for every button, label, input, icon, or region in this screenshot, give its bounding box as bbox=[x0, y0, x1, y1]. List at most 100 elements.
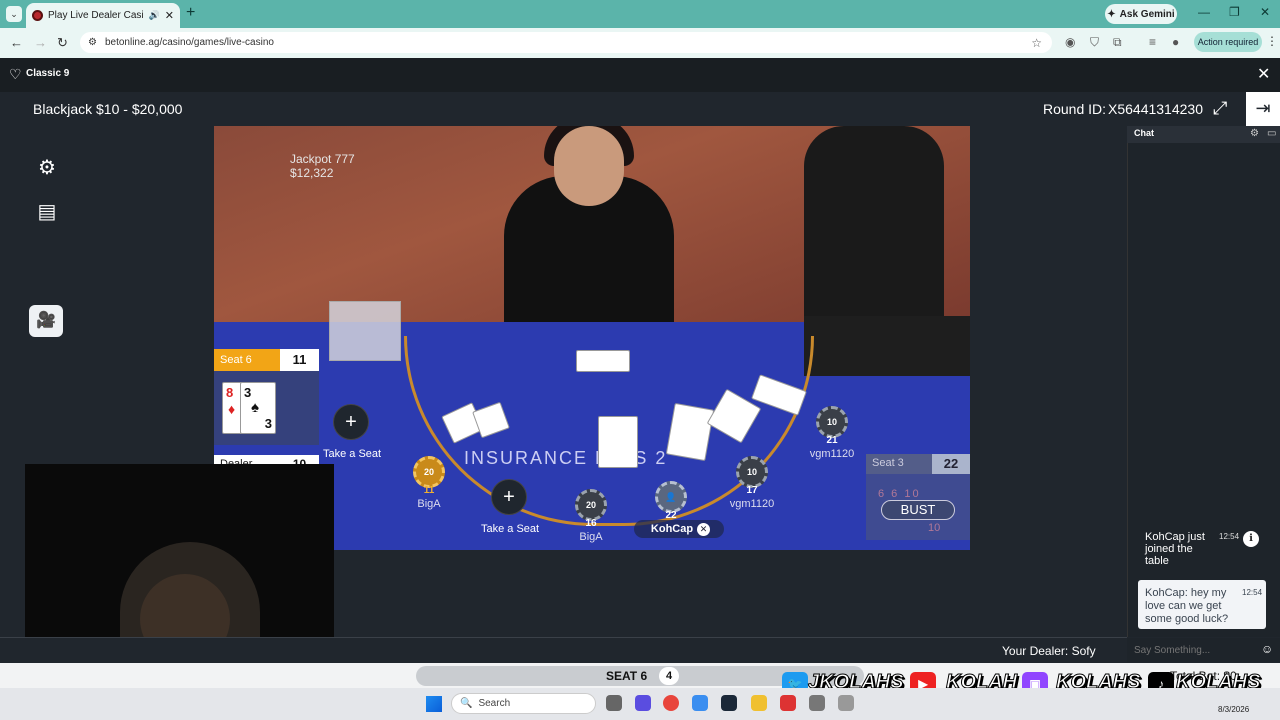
taskbar-date: 8/3/2026 bbox=[1218, 705, 1250, 714]
tab-audio-icon[interactable]: 🔊 bbox=[149, 10, 160, 21]
seat6-label: Seat 6 bbox=[214, 349, 280, 371]
restore-window-icon[interactable]: ❐ bbox=[1229, 5, 1240, 19]
browser-tab[interactable]: Play Live Dealer Casino Gar 🔊 ✕ bbox=[26, 3, 180, 28]
seat3-label: Seat 3 bbox=[872, 457, 904, 469]
favorite-heart-icon[interactable]: ♡ bbox=[9, 66, 22, 83]
bet-chip: 20 bbox=[413, 456, 445, 488]
player-hand-total: 16 bbox=[585, 518, 597, 529]
steam-icon[interactable] bbox=[721, 695, 737, 711]
close-window-icon[interactable]: ✕ bbox=[1260, 5, 1270, 19]
history-list-icon[interactable]: ▤ bbox=[36, 199, 58, 224]
app-icon[interactable] bbox=[809, 695, 825, 711]
close-game-icon[interactable]: ✕ bbox=[1257, 64, 1270, 84]
settings-icon[interactable] bbox=[838, 695, 854, 711]
game-top-bar bbox=[0, 58, 1280, 92]
tab-search-dropdown-icon[interactable]: ⌄ bbox=[6, 6, 22, 22]
forward-arrow-icon[interactable]: → bbox=[34, 35, 47, 50]
seat-selector-count: 4 bbox=[659, 667, 679, 685]
chat-message-text: KohCap: hey my love can we get some good… bbox=[1145, 587, 1229, 625]
browser-menu-icon[interactable]: ⋮ bbox=[1266, 34, 1278, 48]
settings-gear-icon[interactable]: ⚙ bbox=[36, 155, 58, 180]
taskbar-search[interactable]: 🔍 Search bbox=[451, 693, 596, 714]
minimize-window-icon[interactable]: — bbox=[1198, 5, 1210, 19]
fullscreen-icon[interactable]: ⤢ bbox=[1213, 98, 1227, 119]
chrome-icon[interactable] bbox=[663, 695, 679, 711]
copilot-icon[interactable] bbox=[692, 695, 708, 711]
seat3-total: 22 bbox=[932, 454, 970, 474]
windows-start-icon[interactable] bbox=[426, 696, 442, 712]
chat-minimize-icon[interactable]: ▭ bbox=[1267, 128, 1276, 139]
close-tab-icon[interactable]: ✕ bbox=[165, 9, 174, 22]
card-rank: 8 bbox=[226, 385, 234, 400]
chat-timestamp: 12:54 bbox=[1219, 532, 1240, 541]
dealer-card bbox=[576, 350, 630, 372]
take-seat-label: Take a Seat bbox=[323, 448, 382, 460]
game-title: Blackjack $10 - $20,000 bbox=[33, 101, 183, 117]
take-seat-label: Take a Seat bbox=[481, 523, 540, 535]
card-rank: 3 bbox=[264, 416, 272, 431]
seat-selector-label: SEAT 6 bbox=[606, 669, 648, 683]
chat-timestamp: 12:54 bbox=[1242, 588, 1263, 597]
player-name: vgm1120 bbox=[809, 448, 855, 460]
emoji-icon[interactable]: ☺ bbox=[1261, 642, 1273, 656]
player-avatar-icon: 👤 bbox=[655, 481, 687, 513]
action-required-button[interactable]: Action required bbox=[1194, 32, 1262, 52]
site-favicon-icon bbox=[32, 10, 43, 21]
task-view-icon[interactable] bbox=[606, 695, 622, 711]
extension-icon[interactable]: ◉ bbox=[1065, 35, 1075, 49]
round-id-label: Round ID: bbox=[1043, 101, 1107, 117]
taskbar-search-label: Search bbox=[478, 698, 511, 709]
background-person bbox=[804, 126, 944, 316]
reload-icon[interactable]: ↻ bbox=[57, 35, 68, 51]
chat-system-text: KohCap just joined the table bbox=[1145, 531, 1205, 567]
bookmark-star-icon[interactable]: ☆ bbox=[1031, 36, 1042, 50]
player-name: BigA bbox=[579, 531, 603, 543]
take-seat-button[interactable]: + bbox=[491, 479, 527, 515]
player-hand-total: 11 bbox=[423, 485, 435, 496]
ask-gemini-button[interactable]: ✦ Ask Gemini bbox=[1105, 4, 1177, 24]
chat-input[interactable] bbox=[1127, 638, 1280, 662]
info-icon: ℹ bbox=[1243, 531, 1259, 547]
leave-seat-close-icon[interactable]: ✕ bbox=[697, 523, 710, 536]
jackpot-value: $12,322 bbox=[290, 166, 334, 180]
ask-gemini-label: Ask Gemini bbox=[1119, 8, 1175, 20]
address-bar-url: betonline.ag/casino/games/live-casino bbox=[104, 37, 274, 48]
chat-settings-icon[interactable]: ⚙ bbox=[1250, 128, 1259, 139]
bust-badge: BUST bbox=[881, 500, 955, 520]
card-rank: 3 bbox=[244, 385, 252, 400]
player-name: BigA bbox=[417, 498, 441, 510]
jackpot-label: Jackpot 777 bbox=[290, 152, 355, 166]
browser-tab-title: Play Live Dealer Casino Gar bbox=[48, 10, 144, 21]
reading-list-icon[interactable]: ≡ bbox=[1149, 35, 1156, 49]
player-name: vgm1120 bbox=[729, 498, 775, 510]
chat-app-icon[interactable] bbox=[635, 695, 651, 711]
new-tab-button[interactable]: + bbox=[186, 4, 195, 22]
file-explorer-icon[interactable] bbox=[751, 695, 767, 711]
back-arrow-icon[interactable]: ← bbox=[10, 35, 23, 50]
table-name: Classic 9 bbox=[26, 68, 70, 79]
dealer-face bbox=[554, 126, 624, 206]
your-dealer-label: Your Dealer: Sofy bbox=[1002, 644, 1096, 658]
shield-extension-icon[interactable]: ⛉ bbox=[1090, 35, 1099, 50]
table-card bbox=[598, 416, 638, 468]
player-hand-total: 21 bbox=[826, 435, 838, 446]
search-icon: 🔍 bbox=[460, 698, 473, 709]
address-bar[interactable]: ⚙ betonline.ag/casino/games/live-casino … bbox=[80, 32, 1052, 53]
chat-title: Chat bbox=[1134, 128, 1154, 138]
card-suit: ♦ bbox=[228, 401, 236, 417]
app-icon[interactable] bbox=[780, 695, 796, 711]
profile-avatar-icon[interactable]: ● bbox=[1172, 35, 1179, 49]
extensions-puzzle-icon[interactable]: ⧉ bbox=[1113, 35, 1122, 50]
bottom-info-bar bbox=[0, 637, 1127, 663]
video-camera-icon[interactable]: 🎥 bbox=[29, 305, 63, 337]
side-panel-toggle-icon[interactable]: ⇥ bbox=[1246, 92, 1280, 126]
player-hand-total: 17 bbox=[746, 485, 758, 496]
site-info-icon[interactable]: ⚙ bbox=[88, 37, 97, 48]
round-id-value: X56441314230 bbox=[1108, 101, 1203, 117]
seat6-total: 11 bbox=[292, 352, 307, 367]
take-seat-button[interactable]: + bbox=[333, 404, 369, 440]
bet-chip: 10 bbox=[736, 456, 768, 488]
gemini-icon: ✦ bbox=[1107, 8, 1116, 20]
card-shuffler bbox=[804, 316, 970, 376]
seat3-cards: 6 6 10 bbox=[878, 488, 921, 500]
